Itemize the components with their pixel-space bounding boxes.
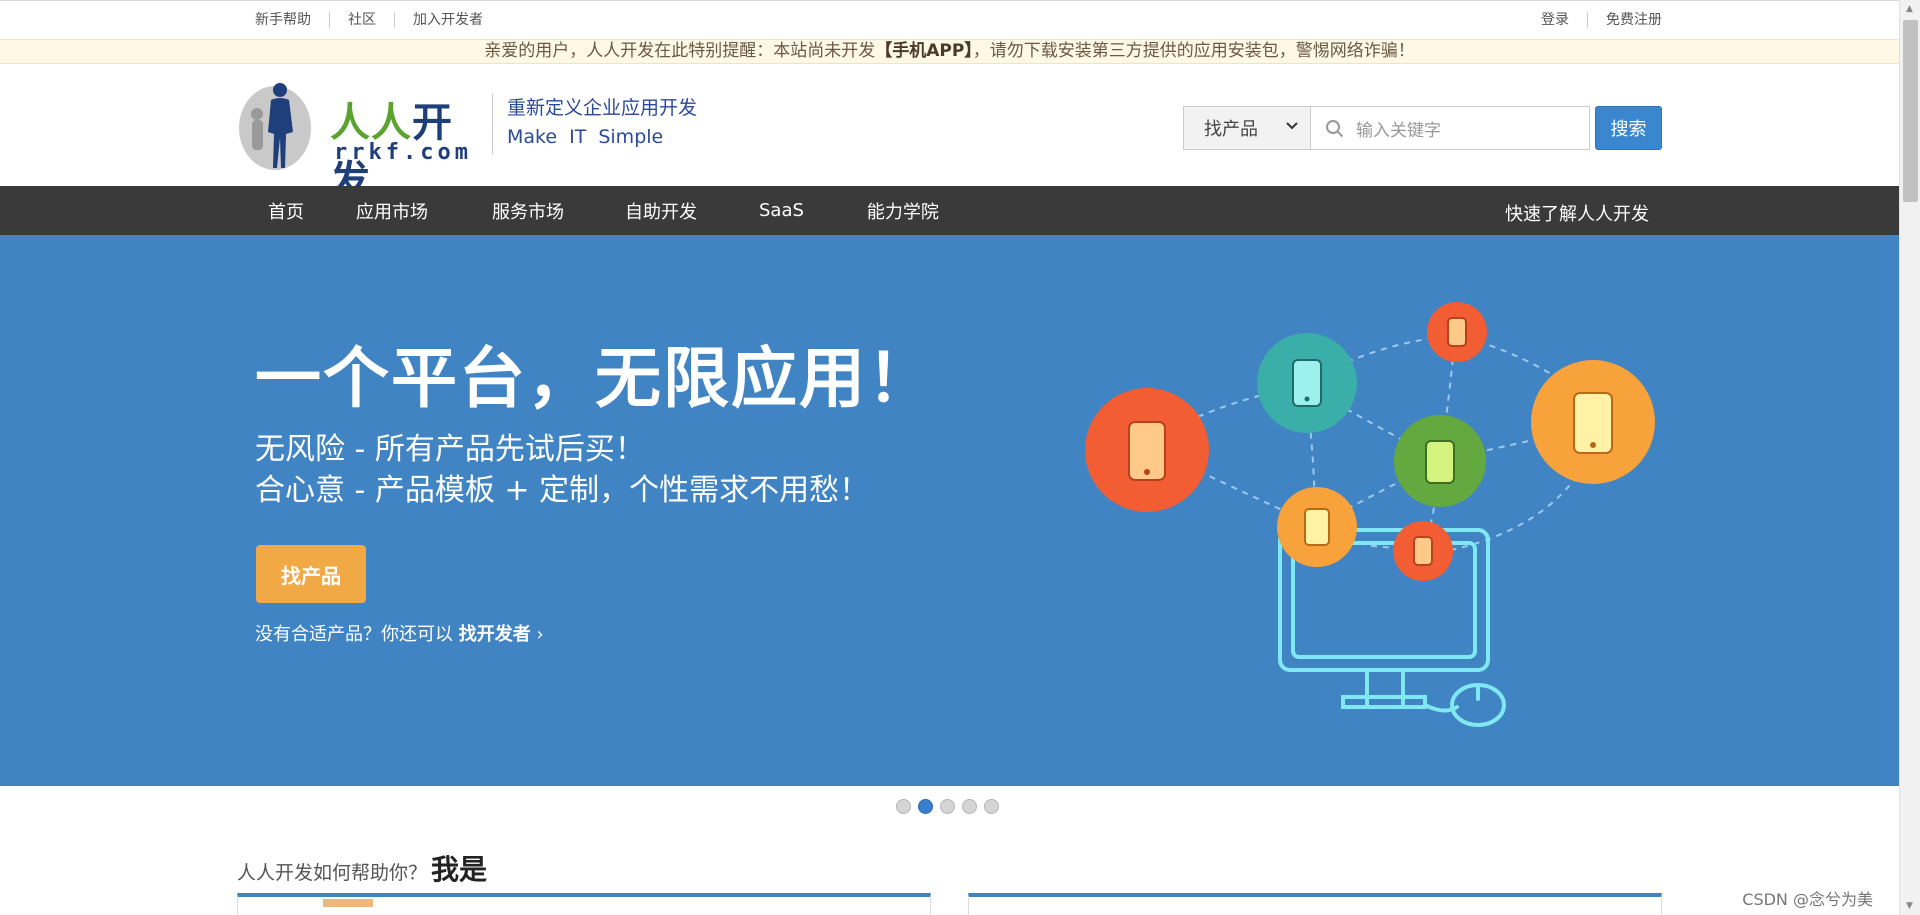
- slogan: 重新定义企业应用开发 Make IT Simple: [492, 94, 697, 154]
- help-link[interactable]: 新手帮助: [255, 12, 329, 28]
- nav-item-app-market[interactable]: 应用市场: [356, 198, 428, 224]
- nav-items: 首页 应用市场 服务市场 自助开发 SaaS 能力学院: [268, 186, 991, 235]
- scam-warning-notice: 亲爱的用户，人人开发在此特别提醒：本站尚未开发【手机APP】，请勿下载安装第三方…: [0, 39, 1899, 64]
- scroll-up-arrow-icon[interactable]: ▲: [1906, 4, 1913, 14]
- vertical-scrollbar[interactable]: ▲ ▼: [1899, 0, 1920, 915]
- top-left-links: 新手帮助 社区 加入开发者: [255, 12, 501, 28]
- hero-banner: 一个平台，无限应用！ 无风险 - 所有产品先试后买！ 合心意 - 产品模板 + …: [0, 235, 1899, 786]
- notice-text-after: ，请勿下载安装第三方提供的应用安装包，警惕网络诈骗！: [972, 41, 1415, 61]
- carousel-dot[interactable]: [962, 799, 977, 814]
- hero-line-1: 无风险 - 所有产品先试后买！: [255, 432, 645, 467]
- role-card-left[interactable]: [237, 893, 931, 915]
- phone-bubble-large-red: [1085, 388, 1209, 512]
- nav-item-self-develop[interactable]: 自助开发: [625, 198, 697, 224]
- login-link[interactable]: 登录: [1541, 12, 1587, 28]
- nav-item-service-market[interactable]: 服务市场: [492, 198, 564, 224]
- carousel-dot[interactable]: [896, 799, 911, 814]
- community-link[interactable]: 社区: [329, 12, 394, 28]
- join-developer-link[interactable]: 加入开发者: [394, 12, 501, 28]
- carousel-dot-active[interactable]: [918, 799, 933, 814]
- site-logo[interactable]: 人人开发 rrkf.com: [237, 80, 477, 204]
- nav-item-learn-more[interactable]: 快速了解人人开发: [1505, 200, 1649, 226]
- hero-title: 一个平台，无限应用！: [255, 340, 935, 417]
- slogan-line-1: 重新定义企业应用开发: [507, 97, 698, 119]
- notice-highlight: 【手机APP】: [875, 41, 973, 61]
- search-input[interactable]: 输入关键字: [1311, 106, 1590, 150]
- hero-subtext-label: 没有合适产品？你还可以: [255, 624, 453, 645]
- search-button[interactable]: 搜索: [1595, 106, 1662, 150]
- section-title-prefix: 人人开发如何帮助你？: [237, 862, 428, 884]
- search-bar: 找产品 输入关键字 搜索: [1183, 106, 1662, 150]
- phone-bubble-green: [1394, 415, 1486, 507]
- nav-item-academy[interactable]: 能力学院: [867, 198, 939, 224]
- connected-devices-illustration: [1085, 302, 1655, 727]
- search-icon: [1326, 119, 1344, 137]
- carousel-dot[interactable]: [940, 799, 955, 814]
- chevron-down-icon: [1286, 119, 1298, 135]
- phone-bubble-teal: [1257, 333, 1357, 433]
- role-card-right[interactable]: [968, 893, 1662, 915]
- carousel-dots: [896, 799, 1006, 814]
- scroll-down-arrow-icon[interactable]: ▼: [1906, 901, 1913, 911]
- csdn-watermark: CSDN @念兮为美: [1742, 890, 1873, 909]
- top-right-links: 登录 免费注册: [1541, 12, 1662, 28]
- notice-text-before: 亲爱的用户，人人开发在此特别提醒：本站尚未开发: [484, 41, 876, 61]
- slogan-line-2: Make IT Simple: [507, 126, 664, 148]
- nav-item-home[interactable]: 首页: [268, 198, 304, 224]
- top-utility-bar: 新手帮助 社区 加入开发者 登录 免费注册: [0, 0, 1899, 39]
- hero-line-2: 合心意 - 产品模板 + 定制，个性需求不用愁！: [255, 473, 870, 508]
- person-figure-logo-icon: [239, 83, 311, 170]
- card-image-peek: [323, 899, 373, 907]
- phone-bubble-small-red-bottom: [1393, 521, 1453, 581]
- chevron-right-icon: ›: [536, 624, 544, 645]
- nav-item-saas[interactable]: SaaS: [759, 200, 804, 221]
- search-type-value: 找产品: [1204, 119, 1258, 140]
- hero-subtext: 没有合适产品？你还可以 找开发者 ›: [255, 620, 544, 646]
- scrollbar-thumb[interactable]: [1903, 20, 1918, 202]
- section-title: 人人开发如何帮助你？ 我是: [237, 848, 487, 888]
- carousel-dot[interactable]: [984, 799, 999, 814]
- search-type-select[interactable]: 找产品: [1183, 106, 1311, 150]
- site-header: 人人开发 rrkf.com 重新定义企业应用开发 Make IT Simple …: [0, 64, 1899, 204]
- section-title-bold: 我是: [431, 853, 488, 886]
- register-link[interactable]: 免费注册: [1587, 12, 1662, 28]
- search-placeholder: 输入关键字: [1356, 120, 1441, 141]
- phone-bubble-small-red-top: [1427, 302, 1487, 362]
- find-developer-link[interactable]: 找开发者: [459, 624, 531, 645]
- find-product-button[interactable]: 找产品: [256, 545, 366, 603]
- main-nav: 首页 应用市场 服务市场 自助开发 SaaS 能力学院 快速了解人人开发: [0, 186, 1899, 235]
- phone-bubble-large-orange: [1531, 360, 1655, 484]
- logo-domain-text: rrkf.com: [334, 140, 472, 165]
- phone-bubble-orange-mid: [1277, 487, 1357, 567]
